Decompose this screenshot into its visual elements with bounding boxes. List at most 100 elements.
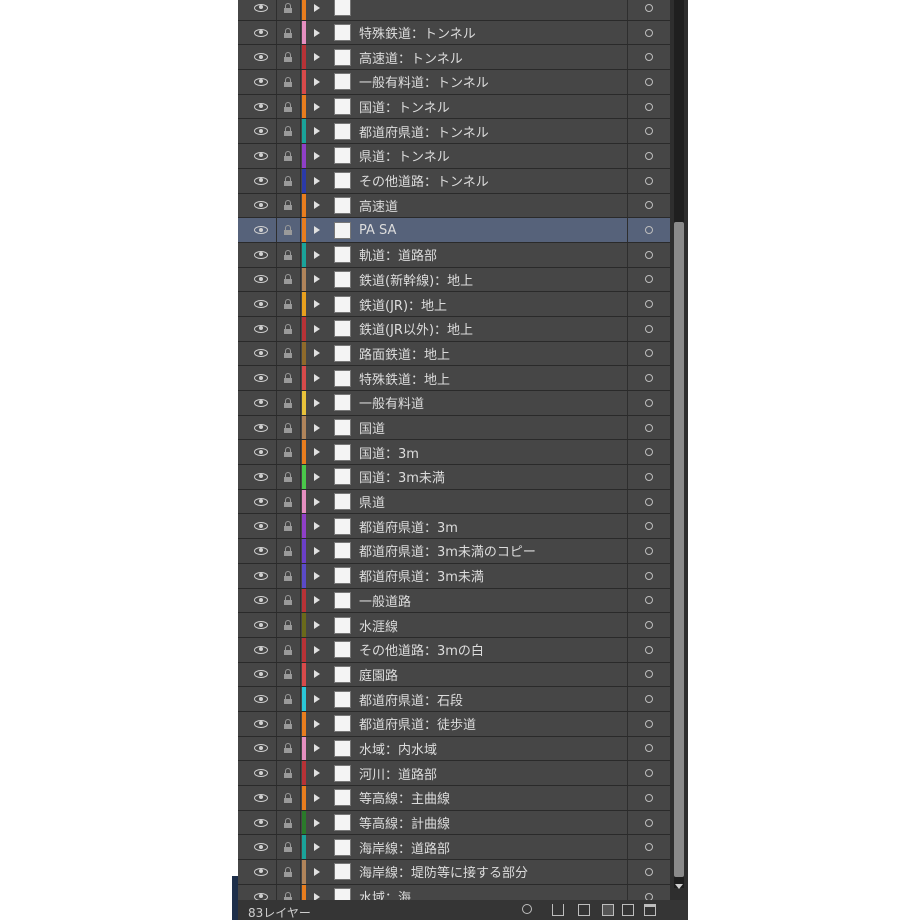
layer-row[interactable]: 県道：トンネル: [238, 144, 670, 169]
lock-toggle[interactable]: [276, 20, 301, 45]
target-toggle[interactable]: [627, 94, 670, 119]
target-toggle[interactable]: [627, 465, 670, 489]
target-toggle[interactable]: [627, 786, 670, 810]
expand-toggle[interactable]: [308, 169, 326, 193]
target-toggle[interactable]: [627, 588, 670, 613]
visibility-toggle[interactable]: [246, 687, 277, 711]
target-toggle[interactable]: [627, 415, 670, 440]
expand-toggle[interactable]: [308, 514, 326, 538]
new-layer-icon[interactable]: [622, 904, 634, 916]
layer-name[interactable]: 水涯線: [359, 613, 628, 637]
visibility-toggle[interactable]: [246, 465, 277, 489]
visibility-toggle[interactable]: [246, 786, 277, 810]
layer-row[interactable]: 高速道：トンネル: [238, 45, 670, 71]
layer-name[interactable]: 一般有料道: [359, 391, 628, 415]
lock-toggle[interactable]: [276, 613, 301, 637]
layer-name[interactable]: 国道：3m未満: [359, 465, 628, 489]
lock-toggle[interactable]: [276, 119, 301, 144]
target-toggle[interactable]: [627, 45, 670, 70]
lock-toggle[interactable]: [276, 168, 301, 193]
layer-name[interactable]: 路面鉄道：地上: [359, 342, 628, 366]
layer-name[interactable]: 海岸線：道路部: [359, 835, 628, 859]
lock-toggle[interactable]: [276, 514, 301, 539]
visibility-toggle[interactable]: [246, 218, 277, 242]
lock-toggle[interactable]: [276, 316, 301, 341]
expand-toggle[interactable]: [308, 391, 326, 415]
visibility-toggle[interactable]: [246, 588, 277, 613]
target-toggle[interactable]: [627, 539, 670, 563]
layer-row[interactable]: [238, 0, 670, 21]
expand-toggle[interactable]: [308, 144, 326, 168]
target-toggle[interactable]: [627, 736, 670, 761]
visibility-toggle[interactable]: [246, 711, 277, 736]
layer-row[interactable]: 鉄道(JR以外)：地上: [238, 316, 670, 342]
visibility-toggle[interactable]: [246, 341, 277, 366]
layer-row[interactable]: 国道：3m: [238, 440, 670, 466]
layer-row[interactable]: 軌道：道路部: [238, 242, 670, 268]
visibility-toggle[interactable]: [246, 860, 277, 884]
layer-row[interactable]: 等高線：計曲線: [238, 810, 670, 836]
expand-toggle[interactable]: [308, 342, 326, 366]
scroll-down-arrow-icon[interactable]: [675, 884, 683, 889]
new-sublayer-icon[interactable]: [602, 904, 614, 916]
layer-row[interactable]: 県道: [238, 489, 670, 515]
layer-row[interactable]: 路面鉄道：地上: [238, 341, 670, 367]
expand-toggle[interactable]: [308, 21, 326, 45]
visibility-toggle[interactable]: [246, 489, 277, 514]
lock-toggle[interactable]: [276, 810, 301, 835]
visibility-toggle[interactable]: [246, 193, 277, 218]
lock-toggle[interactable]: [276, 193, 301, 218]
layer-row[interactable]: 特殊鉄道：トンネル: [238, 20, 670, 46]
expand-toggle[interactable]: [308, 835, 326, 859]
lock-toggle[interactable]: [276, 736, 301, 761]
visibility-toggle[interactable]: [246, 835, 277, 860]
target-toggle[interactable]: [627, 563, 670, 588]
visibility-toggle[interactable]: [246, 514, 277, 539]
lock-toggle[interactable]: [276, 761, 301, 785]
locate-object-icon[interactable]: [522, 904, 532, 914]
visibility-toggle[interactable]: [246, 637, 277, 662]
target-toggle[interactable]: [627, 242, 670, 267]
target-toggle[interactable]: [627, 514, 670, 539]
visibility-toggle[interactable]: [246, 94, 277, 119]
clipping-mask-icon[interactable]: [578, 904, 590, 916]
layer-row[interactable]: 特殊鉄道：地上: [238, 366, 670, 391]
target-toggle[interactable]: [627, 341, 670, 366]
layer-name[interactable]: 特殊鉄道：トンネル: [359, 21, 628, 45]
delete-layer-icon[interactable]: [644, 904, 656, 916]
target-toggle[interactable]: [627, 366, 670, 390]
visibility-toggle[interactable]: [246, 761, 277, 785]
visibility-toggle[interactable]: [246, 119, 277, 144]
visibility-toggle[interactable]: [246, 144, 277, 168]
export-icon[interactable]: [552, 904, 564, 916]
scrollbar[interactable]: [670, 0, 688, 920]
lock-toggle[interactable]: [276, 637, 301, 662]
layer-name[interactable]: 高速道: [359, 194, 628, 218]
lock-toggle[interactable]: [276, 366, 301, 390]
visibility-toggle[interactable]: [246, 168, 277, 193]
target-toggle[interactable]: [627, 218, 670, 242]
layer-row[interactable]: 鉄道(JR)：地上: [238, 292, 670, 317]
layer-row[interactable]: 水涯線: [238, 613, 670, 638]
target-toggle[interactable]: [627, 193, 670, 218]
lock-toggle[interactable]: [276, 94, 301, 119]
target-toggle[interactable]: [627, 860, 670, 884]
layer-name[interactable]: 庭園路: [359, 663, 628, 687]
lock-toggle[interactable]: [276, 563, 301, 588]
layer-row[interactable]: PA SA: [238, 218, 670, 243]
lock-toggle[interactable]: [276, 440, 301, 465]
visibility-toggle[interactable]: [246, 613, 277, 637]
expand-toggle[interactable]: [308, 737, 326, 761]
expand-toggle[interactable]: [308, 317, 326, 341]
layer-name[interactable]: 都道府県道：トンネル: [359, 119, 628, 143]
expand-toggle[interactable]: [308, 440, 326, 464]
lock-toggle[interactable]: [276, 489, 301, 514]
visibility-toggle[interactable]: [246, 242, 277, 267]
layer-name[interactable]: 海岸線：堤防等に接する部分: [359, 860, 628, 884]
layer-name[interactable]: 特殊鉄道：地上: [359, 366, 628, 390]
expand-toggle[interactable]: [308, 613, 326, 637]
lock-toggle[interactable]: [276, 415, 301, 440]
target-toggle[interactable]: [627, 144, 670, 168]
visibility-toggle[interactable]: [246, 736, 277, 761]
lock-toggle[interactable]: [276, 687, 301, 711]
